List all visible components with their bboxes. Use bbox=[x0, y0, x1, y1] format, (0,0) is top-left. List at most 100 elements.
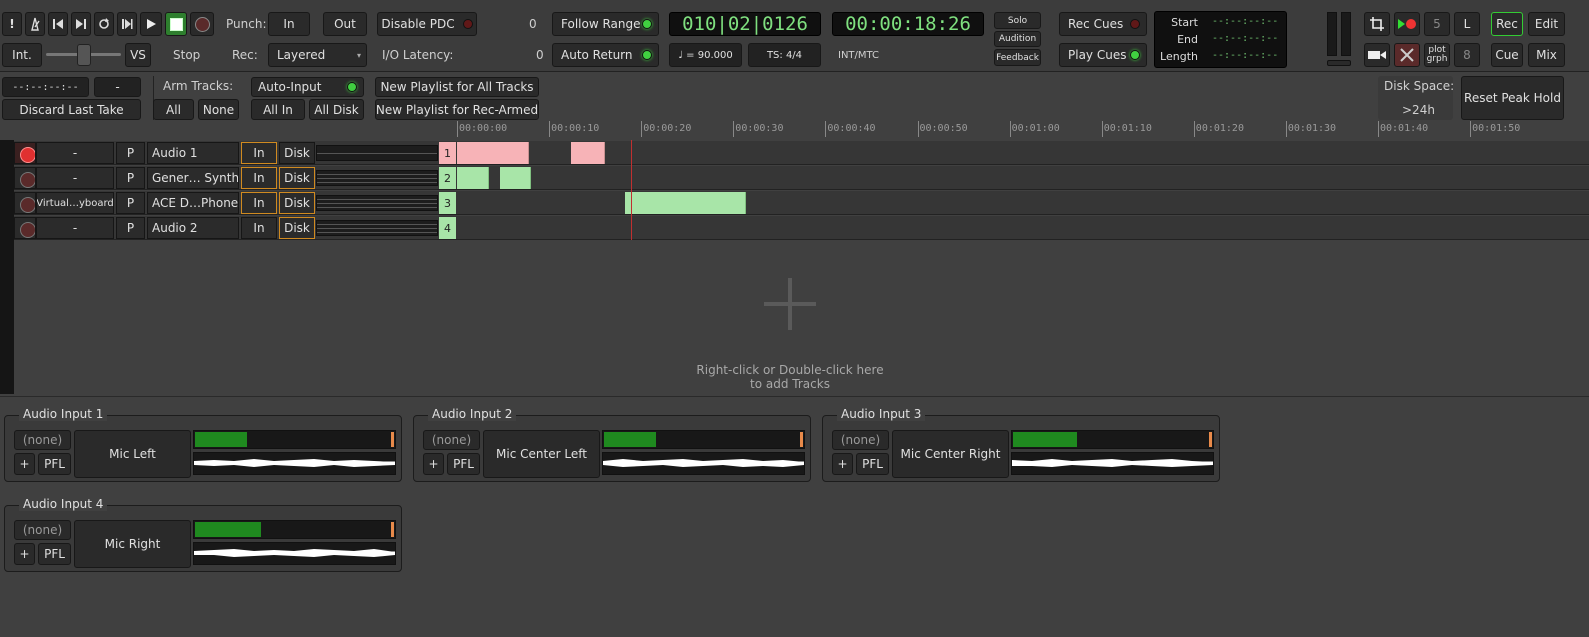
reset-peak-hold-button[interactable]: Reset Peak Hold bbox=[1461, 76, 1564, 120]
input-add-button[interactable]: + bbox=[832, 453, 853, 475]
audition-indicator[interactable]: Audition bbox=[994, 31, 1041, 47]
auto-return-button[interactable]: Auto Return bbox=[552, 43, 659, 67]
input-add-button[interactable]: + bbox=[423, 453, 444, 475]
disable-pdc-button[interactable]: Disable PDC bbox=[377, 12, 477, 36]
add-track-plus-icon[interactable] bbox=[764, 278, 816, 330]
track-row[interactable]: - P Audio 1 In Disk 1 bbox=[14, 141, 1589, 165]
track-name[interactable]: Gener… Synth bbox=[147, 167, 239, 189]
new-playlist-armed-button[interactable]: New Playlist for Rec-Armed bbox=[375, 99, 539, 120]
num-8-button[interactable]: 8 bbox=[1454, 43, 1480, 67]
recorded-region[interactable] bbox=[457, 167, 489, 189]
rec-mode-select[interactable]: Layered ▾ bbox=[268, 43, 367, 67]
input-source-button[interactable]: (none) bbox=[423, 430, 480, 450]
time-signature-display[interactable]: TS: 4/4 bbox=[748, 43, 821, 67]
rec-arm-button[interactable] bbox=[14, 217, 36, 239]
track-playlist-button[interactable]: P bbox=[116, 142, 145, 164]
arm-none-button[interactable]: None bbox=[198, 99, 239, 120]
discard-last-take-button[interactable]: Discard Last Take bbox=[2, 99, 141, 120]
input-name-button[interactable]: Mic Right bbox=[74, 520, 191, 568]
punch-out-button[interactable]: Out bbox=[323, 12, 367, 36]
bbt-clock[interactable]: 010|02|0126 bbox=[669, 12, 821, 36]
track-monitor-disk-button[interactable]: Disk bbox=[279, 217, 315, 239]
recorded-region[interactable] bbox=[571, 142, 605, 164]
input-name-button[interactable]: Mic Left bbox=[74, 430, 191, 478]
playhead[interactable] bbox=[631, 140, 632, 240]
metronome-button[interactable] bbox=[25, 12, 45, 36]
track-input-button[interactable]: - bbox=[36, 217, 114, 239]
l-button[interactable]: L bbox=[1454, 12, 1480, 36]
track-input-button[interactable]: - bbox=[36, 142, 114, 164]
track-monitor-disk-button[interactable]: Disk bbox=[279, 192, 315, 214]
recorded-region[interactable] bbox=[625, 192, 746, 214]
panic-button[interactable]: ! bbox=[2, 12, 22, 36]
solo-indicator[interactable]: Solo bbox=[994, 12, 1041, 29]
disabled-x-button[interactable] bbox=[1394, 43, 1420, 67]
num-5-button[interactable]: 5 bbox=[1424, 12, 1450, 36]
record-button[interactable] bbox=[190, 12, 214, 36]
input-source-button[interactable]: (none) bbox=[14, 520, 71, 540]
track-name[interactable]: Audio 2 bbox=[147, 217, 239, 239]
tempo-display[interactable]: ♩ = 90.000 bbox=[669, 43, 742, 67]
track-input-button[interactable]: Virtual…yboard bbox=[36, 192, 114, 214]
goto-end-button[interactable] bbox=[71, 12, 91, 36]
follow-range-button[interactable]: Follow Range bbox=[552, 12, 659, 36]
track-playlist-button[interactable]: P bbox=[116, 192, 145, 214]
all-disk-button[interactable]: All Disk bbox=[309, 99, 364, 120]
input-pfl-button[interactable]: PFL bbox=[856, 453, 889, 475]
track-input-button[interactable]: - bbox=[36, 167, 114, 189]
recorded-region[interactable] bbox=[500, 167, 531, 189]
input-name-button[interactable]: Mic Center Left bbox=[483, 430, 600, 478]
arm-all-button[interactable]: All bbox=[153, 99, 194, 120]
track-name[interactable]: Audio 1 bbox=[147, 142, 239, 164]
track-playlist-button[interactable]: P bbox=[116, 217, 145, 239]
rec-arm-button[interactable] bbox=[14, 142, 36, 164]
track-monitor-in-button[interactable]: In bbox=[241, 167, 277, 189]
input-pfl-button[interactable]: PFL bbox=[38, 543, 71, 565]
track-monitor-in-button[interactable]: In bbox=[241, 142, 277, 164]
video-button[interactable] bbox=[1364, 43, 1390, 67]
rec-arm-button[interactable] bbox=[14, 192, 36, 214]
play-cues-button[interactable]: Play Cues bbox=[1059, 43, 1147, 67]
goto-start-button[interactable] bbox=[48, 12, 68, 36]
punch-in-button[interactable]: In bbox=[268, 12, 310, 36]
track-name[interactable]: ACE D…Phone bbox=[147, 192, 239, 214]
input-add-button[interactable]: + bbox=[14, 543, 35, 565]
play-button[interactable] bbox=[140, 12, 162, 36]
input-name-button[interactable]: Mic Center Right bbox=[892, 430, 1009, 478]
input-pfl-button[interactable]: PFL bbox=[447, 453, 480, 475]
vs-button[interactable]: VS bbox=[125, 43, 151, 67]
plot-graph-button[interactable]: plot grph bbox=[1424, 43, 1450, 67]
track-monitor-disk-button[interactable]: Disk bbox=[279, 142, 315, 164]
track-monitor-in-button[interactable]: In bbox=[241, 192, 277, 214]
track-playlist-button[interactable]: P bbox=[116, 167, 145, 189]
track-row[interactable]: - P Audio 2 In Disk 4 bbox=[14, 216, 1589, 240]
loop-button[interactable] bbox=[94, 12, 114, 36]
input-pfl-button[interactable]: PFL bbox=[38, 453, 71, 475]
tab-edit[interactable]: Edit bbox=[1528, 12, 1565, 36]
input-source-button[interactable]: (none) bbox=[832, 430, 889, 450]
crop-button[interactable] bbox=[1364, 12, 1390, 36]
tab-rec[interactable]: Rec bbox=[1491, 12, 1523, 36]
tab-mix[interactable]: Mix bbox=[1528, 43, 1565, 67]
track-monitor-in-button[interactable]: In bbox=[241, 217, 277, 239]
feedback-indicator[interactable]: Feedback bbox=[994, 49, 1041, 66]
input-add-button[interactable]: + bbox=[14, 453, 35, 475]
ruler-tick bbox=[549, 121, 551, 137]
int-button[interactable]: Int. bbox=[2, 43, 42, 67]
track-row[interactable]: Virtual…yboard P ACE D…Phone In Disk 3 bbox=[14, 191, 1589, 215]
rec-arm-button[interactable] bbox=[14, 167, 36, 189]
recorded-region[interactable] bbox=[457, 142, 529, 164]
track-row[interactable]: - P Gener… Synth In Disk 2 bbox=[14, 166, 1589, 190]
play-range-button[interactable] bbox=[117, 12, 137, 36]
rec-cues-button[interactable]: Rec Cues bbox=[1059, 12, 1147, 36]
new-playlist-all-button[interactable]: New Playlist for All Tracks bbox=[375, 77, 539, 97]
shuttle-slider-knob[interactable] bbox=[77, 44, 91, 66]
stop-button[interactable] bbox=[165, 12, 187, 36]
timecode-clock[interactable]: 00:00:18:26 bbox=[832, 12, 984, 36]
auto-input-button[interactable]: Auto-Input bbox=[251, 77, 364, 97]
input-source-button[interactable]: (none) bbox=[14, 430, 71, 450]
play-record-button[interactable] bbox=[1394, 12, 1420, 36]
tab-cue[interactable]: Cue bbox=[1491, 43, 1523, 67]
track-monitor-disk-button[interactable]: Disk bbox=[279, 167, 315, 189]
all-in-button[interactable]: All In bbox=[251, 99, 305, 120]
